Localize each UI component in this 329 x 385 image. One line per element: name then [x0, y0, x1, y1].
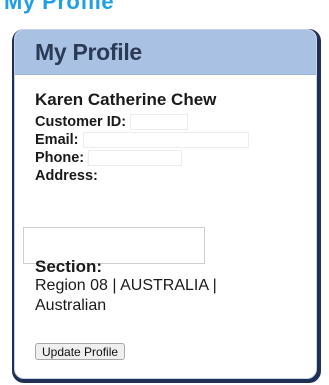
update-profile-button[interactable]: Update Profile — [35, 343, 126, 360]
section-value: Region 08 | AUSTRALIA | Australian — [35, 277, 217, 314]
card-title: My Profile — [35, 38, 142, 65]
email-row: Email: — [35, 131, 306, 149]
profile-card: My Profile Karen Catherine Chew Customer… — [14, 29, 317, 379]
phone-label: Phone: — [35, 150, 85, 166]
page-heading-partial: My Profile — [4, 0, 115, 14]
card-header: My Profile — [15, 30, 316, 75]
address-row: Address: — [35, 167, 306, 185]
customer-id-row: Customer ID: — [35, 113, 306, 131]
profile-details: Karen Catherine Chew Customer ID: Email:… — [35, 90, 306, 185]
email-redacted — [82, 132, 249, 148]
address-label: Address: — [35, 168, 98, 184]
customer-id-label: Customer ID: — [35, 114, 127, 130]
section-label: Section: — [35, 257, 103, 276]
customer-id-redacted — [130, 114, 189, 130]
email-label: Email: — [35, 132, 79, 148]
customer-name: Karen Catherine Chew — [35, 90, 217, 109]
phone-row: Phone: — [35, 149, 306, 167]
phone-redacted — [88, 150, 183, 166]
